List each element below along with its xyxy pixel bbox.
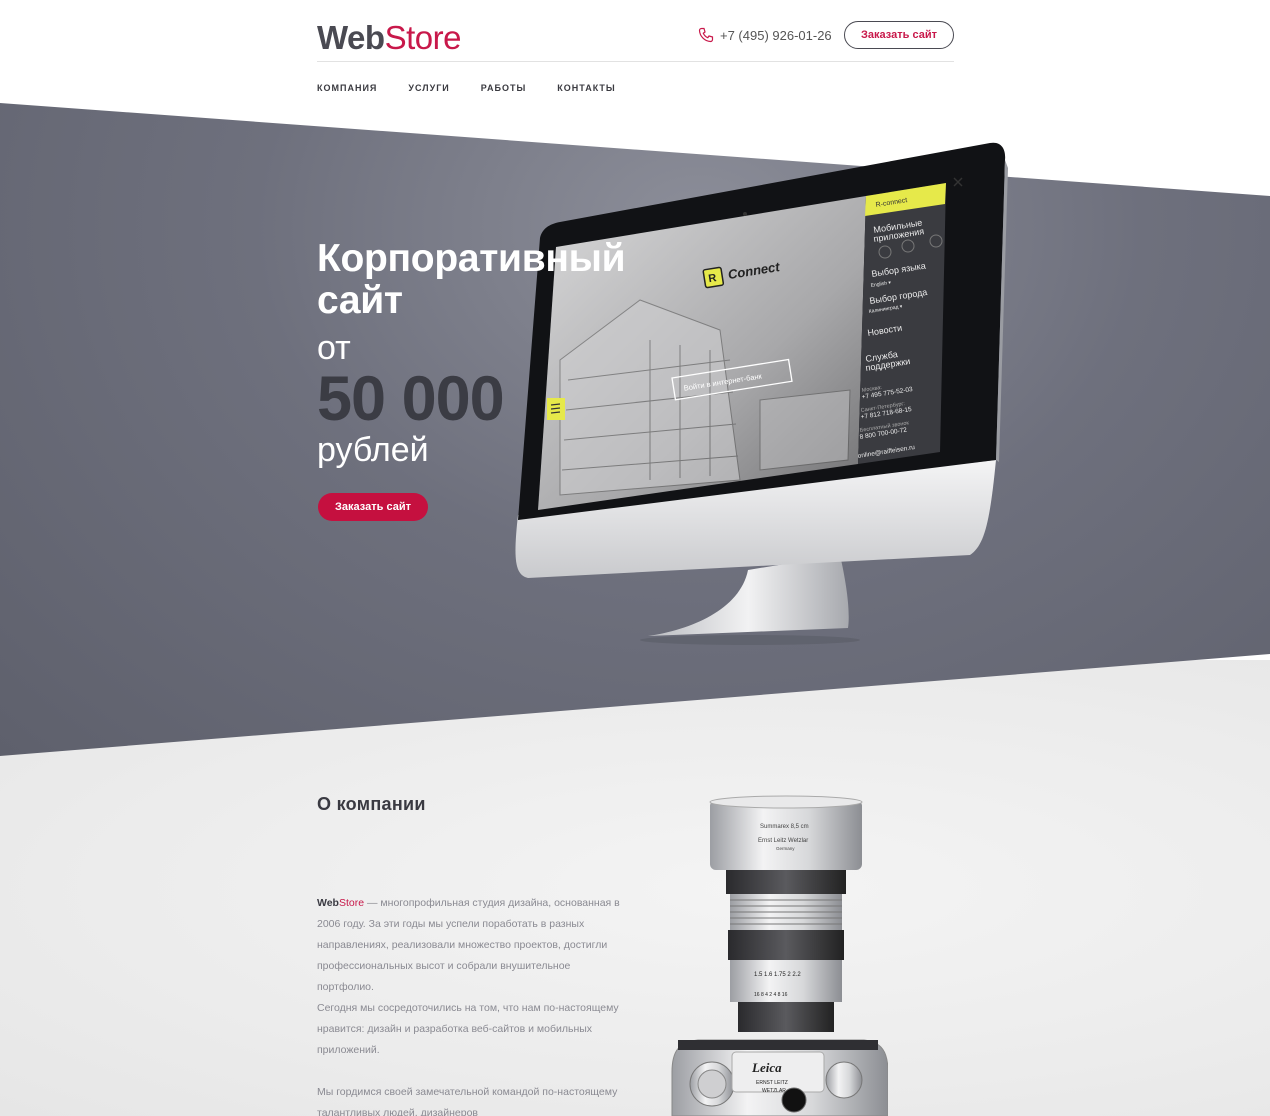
about-paragraph-2: Мы гордимся своей замечательной командой… bbox=[317, 1086, 618, 1116]
svg-text:Ernst Leitz Wetzlar: Ernst Leitz Wetzlar bbox=[758, 838, 808, 844]
hero-price: 50 000 bbox=[317, 364, 505, 434]
logo-bold: Web bbox=[317, 19, 385, 56]
about-brand-bold: Web bbox=[317, 897, 339, 909]
hero-from: от bbox=[317, 329, 351, 367]
nav-item-company[interactable]: КОМПАНИЯ bbox=[317, 82, 377, 94]
hero-title-line2: сайт bbox=[317, 279, 403, 322]
about-text: WebStore — многопрофильная студия дизайн… bbox=[317, 893, 627, 1116]
about-title: О компании bbox=[317, 794, 426, 814]
hero-text: Корпоративный сайт от 50 000 рублей bbox=[317, 237, 626, 470]
about-p1-text: — многопрофильная студия дизайна, основа… bbox=[317, 897, 620, 993]
svg-text:Leica: Leica bbox=[751, 1060, 782, 1075]
hero-background bbox=[0, 103, 1270, 756]
order-site-button-header[interactable]: Заказать сайт bbox=[844, 21, 954, 49]
svg-text:16 8 4 2 4 8 16: 16 8 4 2 4 8 16 bbox=[754, 992, 788, 998]
phone-icon bbox=[698, 27, 714, 43]
about-paragraph-1: WebStore — многопрофильная студия дизайн… bbox=[317, 893, 627, 1061]
header-phone[interactable]: +7 (495) 926-01-26 bbox=[698, 25, 832, 45]
header-divider bbox=[317, 61, 954, 62]
svg-text:1.5 1.6 1.75 2 2.2: 1.5 1.6 1.75 2 2.2 bbox=[754, 972, 801, 978]
phone-number: +7 (495) 926-01-26 bbox=[720, 27, 832, 43]
nav-item-contacts[interactable]: КОНТАКТЫ bbox=[557, 82, 615, 94]
nav-item-works[interactable]: РАБОТЫ bbox=[481, 82, 527, 94]
svg-text:ERNST LEITZ: ERNST LEITZ bbox=[756, 1080, 788, 1086]
main-nav: КОМПАНИЯ УСЛУГИ РАБОТЫ КОНТАКТЫ bbox=[317, 82, 647, 94]
hero-title-line1: Корпоративный bbox=[317, 237, 626, 280]
nav-item-services[interactable]: УСЛУГИ bbox=[408, 82, 449, 94]
about-brand-light: Store bbox=[338, 897, 365, 909]
about-p1-cont: Сегодня мы сосредоточились на том, что н… bbox=[317, 1002, 619, 1056]
logo[interactable]: WebStore bbox=[317, 18, 461, 58]
svg-text:WETZLAR: WETZLAR bbox=[762, 1088, 786, 1094]
camera-image: Summarex 8,5 cm Ernst Leitz Wetzlar Germ… bbox=[671, 795, 888, 1116]
logo-light: Store bbox=[384, 19, 462, 56]
order-site-button-hero[interactable]: Заказать сайт bbox=[318, 493, 428, 521]
svg-text:Summarex 8,5 cm: Summarex 8,5 cm bbox=[760, 824, 809, 830]
svg-text:Germany: Germany bbox=[776, 846, 795, 851]
hero-currency: рублей bbox=[317, 431, 429, 469]
site-header: WebStore +7 (495) 926-01-26 Заказать сай… bbox=[317, 0, 954, 104]
